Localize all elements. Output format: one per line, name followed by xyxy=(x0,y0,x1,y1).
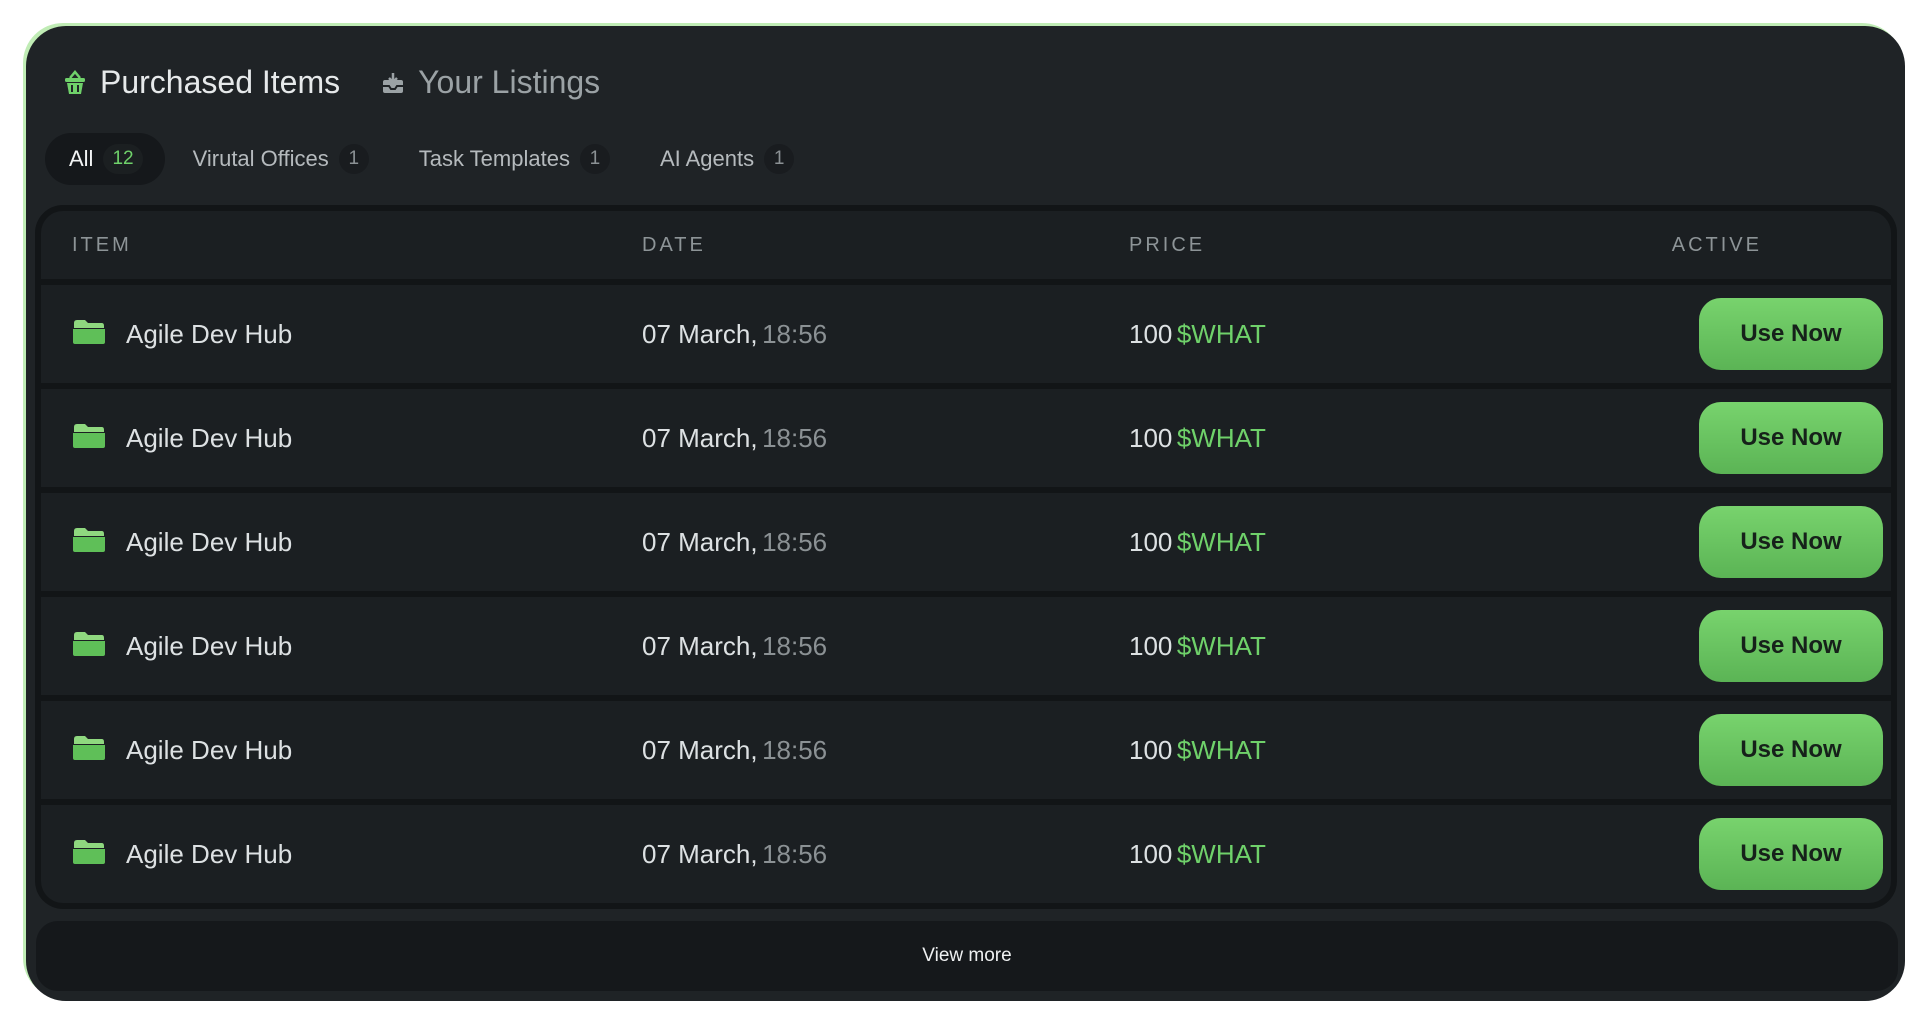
table-row: Agile Dev Hub 07 March, 18:56 100 $WHAT … xyxy=(41,285,1891,383)
inbox-icon xyxy=(382,72,404,94)
purchase-time: 18:56 xyxy=(762,526,828,557)
filter-label: AI Agents xyxy=(659,146,755,171)
folder-icon xyxy=(72,319,106,350)
table-row: Agile Dev Hub 07 March, 18:56 100 $WHAT … xyxy=(41,805,1891,903)
tab-label: Purchased Items xyxy=(100,64,341,100)
item-name: Agile Dev Hub xyxy=(126,422,293,453)
filter-count-badge: 12 xyxy=(103,144,143,174)
basket-icon xyxy=(64,69,86,96)
price-currency: $WHAT xyxy=(1176,526,1266,557)
filter-count-badge: 1 xyxy=(764,144,795,174)
view-more-button[interactable]: View more xyxy=(36,921,1898,991)
filter-label: Virutal Offices xyxy=(192,146,329,171)
table-row: Agile Dev Hub 07 March, 18:56 100 $WHAT … xyxy=(41,493,1891,591)
purchase-date: 07 March, xyxy=(642,526,758,557)
purchase-time: 18:56 xyxy=(762,838,828,869)
filter-count-badge: 1 xyxy=(579,144,610,174)
price-amount: 100 xyxy=(1129,630,1173,661)
use-now-button[interactable]: Use Now xyxy=(1699,818,1883,890)
filter-virtual-offices[interactable]: Virutal Offices 1 xyxy=(169,133,391,185)
folder-icon xyxy=(72,423,106,454)
price-amount: 100 xyxy=(1129,838,1173,869)
purchase-time: 18:56 xyxy=(762,422,828,453)
filter-task-templates[interactable]: Task Templates 1 xyxy=(395,133,632,185)
purchase-date: 07 March, xyxy=(642,838,758,869)
filter-label: Task Templates xyxy=(418,146,570,171)
purchase-date: 07 March, xyxy=(642,422,758,453)
item-name: Agile Dev Hub xyxy=(126,838,293,869)
purchase-date: 07 March, xyxy=(642,630,758,661)
purchase-time: 18:56 xyxy=(762,318,828,349)
item-name: Agile Dev Hub xyxy=(126,318,293,349)
item-name: Agile Dev Hub xyxy=(126,734,293,765)
column-header-price: PRICE xyxy=(1129,233,1206,256)
purchase-time: 18:56 xyxy=(762,734,828,765)
price-amount: 100 xyxy=(1129,734,1173,765)
folder-icon xyxy=(72,631,106,662)
purchase-time: 18:56 xyxy=(762,630,828,661)
price-currency: $WHAT xyxy=(1176,734,1266,765)
price-currency: $WHAT xyxy=(1176,318,1266,349)
use-now-button[interactable]: Use Now xyxy=(1699,402,1883,474)
header-tabs: Purchased Items Your Listings xyxy=(64,64,600,101)
tab-your-listings[interactable]: Your Listings xyxy=(382,64,600,101)
price-currency: $WHAT xyxy=(1176,630,1266,661)
use-now-button[interactable]: Use Now xyxy=(1699,714,1883,786)
price-amount: 100 xyxy=(1129,318,1173,349)
table-row: Agile Dev Hub 07 March, 18:56 100 $WHAT … xyxy=(41,701,1891,799)
use-now-button[interactable]: Use Now xyxy=(1699,610,1883,682)
use-now-button[interactable]: Use Now xyxy=(1699,298,1883,370)
category-filters: All 12 Virutal Offices 1 Task Templates … xyxy=(45,133,816,185)
filter-all[interactable]: All 12 xyxy=(45,133,165,185)
price-currency: $WHAT xyxy=(1176,838,1266,869)
item-name: Agile Dev Hub xyxy=(126,526,293,557)
column-header-item: ITEM xyxy=(72,233,132,256)
folder-icon xyxy=(72,527,106,558)
column-header-date: DATE xyxy=(642,233,706,256)
purchases-panel: Purchased Items Your Listings All 12 Vir… xyxy=(26,26,1905,1001)
tab-label: Your Listings xyxy=(418,64,601,100)
price-amount: 100 xyxy=(1129,526,1173,557)
price-amount: 100 xyxy=(1129,422,1173,453)
purchases-table: ITEM DATE PRICE ACTIVE Agile Dev Hub 07 … xyxy=(35,205,1897,909)
filter-label: All xyxy=(69,146,94,171)
column-header-active: ACTIVE xyxy=(1671,233,1762,256)
table-row: Agile Dev Hub 07 March, 18:56 100 $WHAT … xyxy=(41,597,1891,695)
tab-purchased-items[interactable]: Purchased Items xyxy=(64,64,340,101)
filter-ai-agents[interactable]: AI Agents 1 xyxy=(636,133,816,185)
table-header: ITEM DATE PRICE ACTIVE xyxy=(41,211,1891,279)
table-row: Agile Dev Hub 07 March, 18:56 100 $WHAT … xyxy=(41,389,1891,487)
price-currency: $WHAT xyxy=(1176,422,1266,453)
purchase-date: 07 March, xyxy=(642,734,758,765)
purchase-date: 07 March, xyxy=(642,318,758,349)
item-name: Agile Dev Hub xyxy=(126,630,293,661)
use-now-button[interactable]: Use Now xyxy=(1699,506,1883,578)
folder-icon xyxy=(72,735,106,766)
filter-count-badge: 1 xyxy=(338,144,369,174)
folder-icon xyxy=(72,839,106,870)
